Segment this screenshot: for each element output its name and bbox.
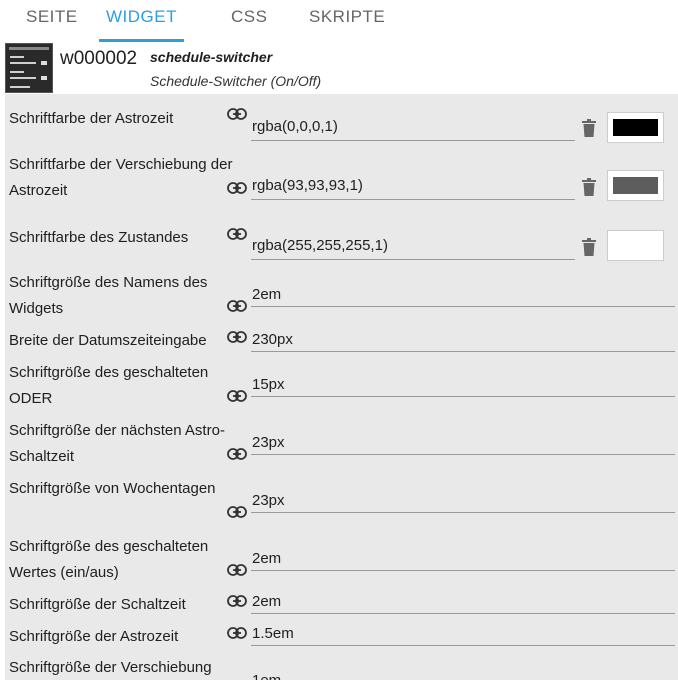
tab-skripte[interactable]: SKRIPTE [309,0,385,42]
property-value-input[interactable]: rgba(0,0,0,1) [251,117,575,141]
property-value-input[interactable]: 23px [251,491,675,513]
property-value-input[interactable]: 23px [251,433,675,455]
property-label: Schriftfarbe der Astrozeit [9,110,174,127]
property-row: Schriftfarbe der Verschiebung der Astroz… [5,152,678,208]
widget-properties-panel: Schriftfarbe der Astrozeit rgba(0,0,0,1)… [5,94,678,680]
property-row: Schriftgröße von Wochentagen 23px [5,476,678,532]
property-value-input[interactable]: 2em [251,592,675,614]
link-icon[interactable] [227,564,247,576]
link-icon[interactable] [227,627,247,639]
link-icon[interactable] [227,595,247,607]
widget-type: schedule-switcher [150,49,273,65]
property-value-input[interactable]: 1em [251,671,675,680]
property-row: Schriftgröße der Astrozeit 1.5em [5,624,678,650]
property-row: Schriftfarbe des Zustandes rgba(255,255,… [5,225,678,265]
property-label: Schriftfarbe des Zustandes [9,229,189,246]
property-row: Breite der Datumszeiteingabe 230px [5,328,678,354]
link-icon[interactable] [227,331,247,343]
widget-header: w000002 schedule-switcher Schedule-Switc… [0,42,678,94]
tab-label: CSS [231,7,268,26]
widget-id: w000002 [60,48,138,69]
property-value-input[interactable]: rgba(255,255,255,1) [251,236,575,260]
widget-name: Schedule-Switcher (On/Off) [150,73,322,89]
property-label: Schriftgröße des Namens des Widgets [9,274,208,317]
property-value-input[interactable]: rgba(93,93,93,1) [251,176,575,200]
link-icon[interactable] [227,108,247,120]
property-label: Schriftgröße der nächsten Astro-Schaltze… [9,422,225,465]
property-row: Schriftgröße des geschalteten ODER 15px [5,360,678,414]
tab-label: SKRIPTE [309,7,386,26]
trash-icon[interactable] [582,178,596,196]
property-label: Breite der Datumszeiteingabe [9,332,207,349]
link-icon[interactable] [227,506,247,518]
widget-preview-thumbnail [5,43,53,93]
property-label: Schriftgröße des geschalteten Wertes (ei… [9,538,209,581]
link-icon[interactable] [227,390,247,402]
property-row: Schriftgröße der Schaltzeit 2em [5,592,678,618]
property-label: Schriftgröße von Wochentagen [9,480,216,497]
property-row: Schriftfarbe der Astrozeit rgba(0,0,0,1) [5,106,678,156]
property-label: Schriftgröße der Schaltzeit [9,596,186,613]
property-value-input[interactable]: 1.5em [251,624,675,646]
tab-label: WIDGET [106,7,177,26]
tab-seite[interactable]: SEITE [26,0,78,42]
property-row: Schriftgröße der nächsten Astro-Schaltze… [5,418,678,474]
property-row: Schriftgröße des Namens des Widgets 2em [5,270,678,326]
property-row: Schriftgröße der Verschiebung 1em [5,655,678,680]
tab-widget[interactable]: WIDGET [99,0,184,42]
link-icon[interactable] [227,448,247,460]
tab-bar: SEITE WIDGET CSS SKRIPTE [0,0,678,42]
property-label: Schriftgröße der Astrozeit [9,628,179,645]
property-label: Schriftgröße des geschalteten ODER [9,364,209,407]
trash-icon[interactable] [582,119,596,137]
trash-icon[interactable] [582,238,596,256]
property-value-input[interactable]: 15px [251,375,675,397]
property-value-input[interactable]: 2em [251,285,675,307]
property-label: Schriftfarbe der Verschiebung der Astroz… [9,156,233,199]
link-icon[interactable] [227,300,247,312]
property-value-input[interactable]: 2em [251,549,675,571]
color-swatch[interactable] [607,112,664,143]
property-value-input[interactable]: 230px [251,330,675,352]
color-swatch[interactable] [607,230,664,261]
link-icon[interactable] [227,228,247,240]
tab-label: SEITE [26,7,78,26]
tab-css[interactable]: CSS [231,0,267,42]
color-swatch[interactable] [607,170,664,201]
property-row: Schriftgröße des geschalteten Wertes (ei… [5,534,678,590]
property-label: Schriftgröße der Verschiebung [9,659,212,676]
link-icon[interactable] [227,182,247,194]
